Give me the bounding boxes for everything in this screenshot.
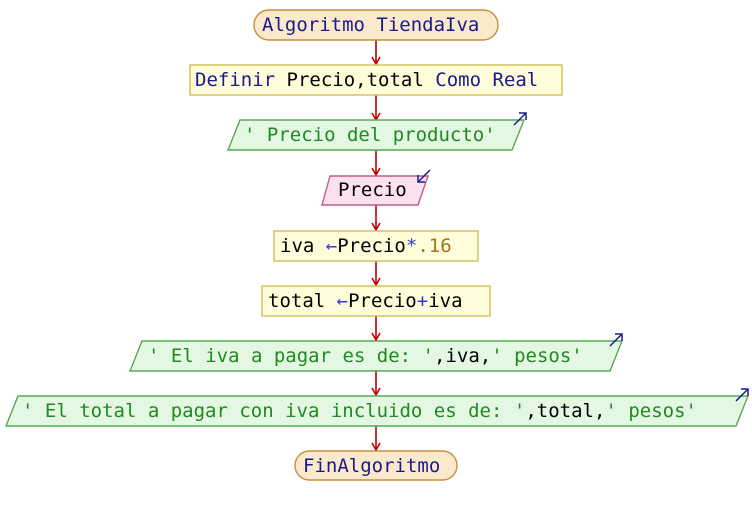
define-vars: Precio,total <box>286 69 424 91</box>
finalgoritmo-keyword: FinAlgoritmo <box>303 455 441 477</box>
start-terminal: Algoritmo TiendaIva <box>262 13 479 37</box>
assign1-statement: iva ←Precio*.16 <box>280 234 452 258</box>
assign-arrow: ← <box>336 290 349 312</box>
type-keyword: Como Real <box>435 69 539 91</box>
algoritmo-keyword: Algoritmo <box>262 14 365 36</box>
output3-comma2: , <box>593 400 606 422</box>
output2-comma1: , <box>433 345 446 367</box>
input1-statement: Precio <box>338 178 407 202</box>
output1-statement: ' Precio del producto' <box>244 123 496 147</box>
input1-var: Precio <box>338 179 407 201</box>
definir-keyword: Definir <box>195 69 276 91</box>
output1-string: ' Precio del producto' <box>244 124 496 146</box>
assign2-expr-var: Precio <box>348 290 417 312</box>
output3-string2: ' pesos' <box>605 400 697 422</box>
output2-statement: ' El iva a pagar es de: ',iva,' pesos' <box>148 344 583 368</box>
assign2-target: total <box>268 290 326 312</box>
output2-string1: ' El iva a pagar es de: ' <box>148 345 434 367</box>
end-terminal: FinAlgoritmo <box>303 454 440 478</box>
assign1-target: iva <box>280 235 315 257</box>
define-statement: Definir Precio,total Como Real <box>195 68 538 92</box>
output3-comma1: , <box>525 400 537 422</box>
output2-string2: ' pesos' <box>491 345 583 367</box>
assign2-expr-var2: iva <box>428 290 463 312</box>
assign1-operator: * <box>405 235 418 257</box>
output2-var: iva <box>445 345 480 367</box>
assign2-statement: total ←Precio+iva <box>268 289 463 313</box>
output3-statement: ' El total a pagar con iva incluido es d… <box>22 399 697 423</box>
assign2-operator: + <box>416 290 429 312</box>
output3-var: total <box>536 400 594 422</box>
assign1-number: .16 <box>417 235 452 257</box>
algorithm-name: TiendaIva <box>376 14 480 36</box>
output3-string1: ' El total a pagar con iva incluido es d… <box>22 400 526 422</box>
assign1-expr-var: Precio <box>337 235 406 257</box>
assign-arrow: ← <box>325 235 338 257</box>
output2-comma2: , <box>479 345 492 367</box>
